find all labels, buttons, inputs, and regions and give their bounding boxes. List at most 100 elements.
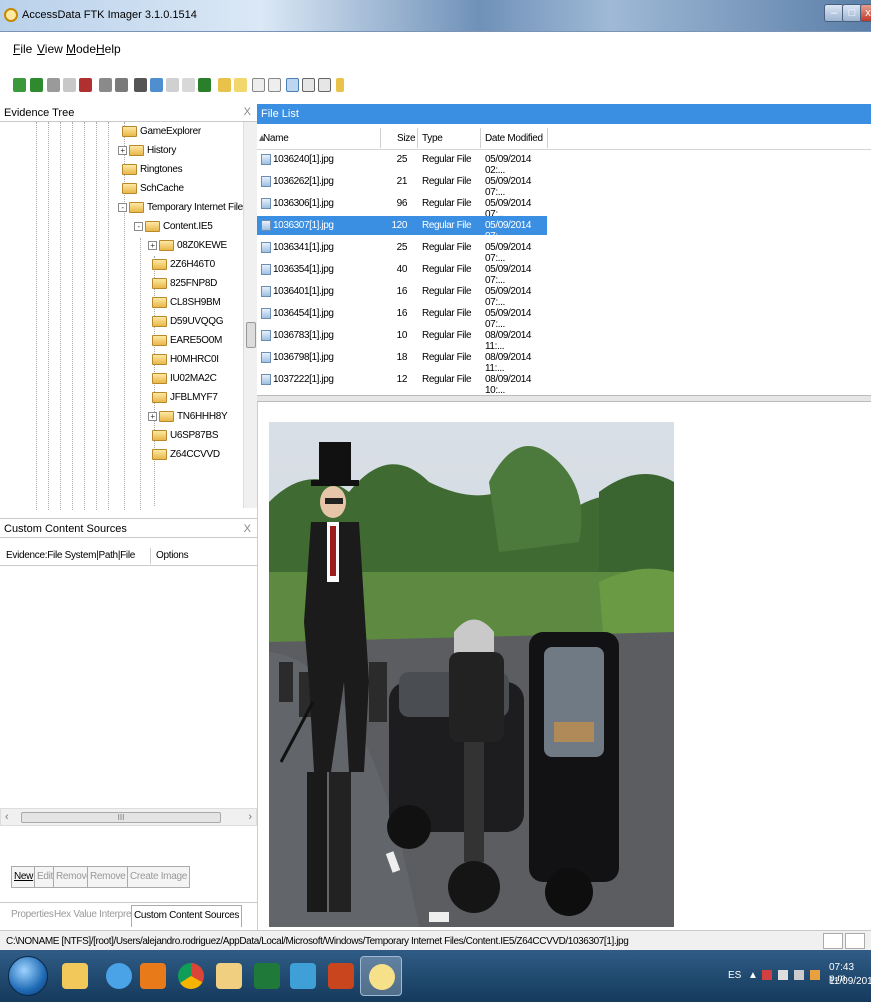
network-icon[interactable] (778, 970, 788, 980)
collapse-icon[interactable]: - (134, 222, 143, 231)
expand-icon[interactable]: + (118, 146, 127, 155)
scrollbar-thumb[interactable]: III (21, 812, 221, 823)
scroll-left-icon[interactable]: ‹ (5, 811, 9, 823)
tree-node-label: 825FNP8D (170, 278, 218, 290)
menu-help[interactable]: Help (96, 42, 121, 56)
minimize-button[interactable]: – (824, 4, 844, 22)
tree-node[interactable]: +08Z0KEWE (148, 240, 227, 257)
tree-node[interactable]: 2Z6H46T0 (152, 259, 215, 276)
taskbar-ftk-imager[interactable] (360, 956, 402, 996)
add-all-evidence-icon[interactable] (30, 78, 43, 92)
custom-content-list[interactable] (0, 566, 257, 806)
horizontal-scrollbar[interactable]: ‹ III › (0, 808, 257, 826)
file-row[interactable]: 1036341[1].jpg 25 Regular File 05/09/2014 0… (257, 238, 547, 264)
remove-evidence-icon[interactable] (63, 78, 76, 92)
pane-splitter[interactable] (257, 395, 871, 402)
maximize-button[interactable]: □ (842, 4, 862, 22)
add-to-custom-content-icon[interactable] (150, 78, 163, 92)
tree-node[interactable]: CL8SH9BM (152, 297, 221, 314)
tree-node[interactable]: - Temporary Internet Files (118, 202, 248, 219)
help-icon[interactable] (336, 78, 344, 92)
tab-properties[interactable]: Properties (11, 909, 54, 920)
column-header-date-modified[interactable]: Date Modified (485, 133, 543, 144)
new-button[interactable]: New (11, 866, 37, 888)
menu-file[interactable]: File (13, 42, 32, 56)
tree-node[interactable]: GameExplorer (122, 126, 201, 143)
power-icon[interactable] (794, 970, 804, 980)
show-hidden-icons-icon[interactable]: ▲ (748, 970, 758, 981)
expand-icon[interactable]: + (148, 241, 157, 250)
tree-node[interactable]: D59UVQQG (152, 316, 223, 333)
action-center-icon[interactable] (762, 970, 772, 980)
column-header-evidence[interactable]: Evidence:File System|Path|File (6, 550, 135, 561)
file-row[interactable]: 1036240[1].jpg 25 Regular File 05/09/2014 0… (257, 150, 547, 176)
create-custom-content-icon[interactable] (166, 78, 179, 92)
taskbar-paint[interactable] (208, 956, 250, 996)
column-header-name[interactable]: Name (263, 133, 289, 144)
export-disk-image-icon[interactable] (115, 78, 128, 92)
menu-view[interactable]: View (37, 42, 63, 56)
text-view-icon[interactable] (302, 78, 315, 92)
custom-content-close-icon[interactable]: X (244, 523, 251, 535)
detect-eef-icon[interactable] (234, 78, 247, 92)
clock-date[interactable]: 11/09/2014 (829, 976, 871, 987)
create-disk-image-icon[interactable] (99, 78, 112, 92)
close-button[interactable]: x (860, 4, 871, 22)
create-image-button[interactable]: Create Image (127, 866, 190, 888)
evidence-tree-close-icon[interactable]: X (244, 106, 251, 118)
tree-guide-line (60, 122, 61, 510)
menu-mode[interactable]: Mode (66, 42, 96, 56)
taskbar-powerpoint[interactable] (320, 956, 362, 996)
tab-hex-value-interpreter[interactable]: Hex Value Interpreter (54, 909, 142, 920)
image-mounting-icon[interactable] (47, 78, 60, 92)
taskbar-media[interactable] (132, 956, 174, 996)
expand-icon[interactable]: + (148, 412, 157, 421)
file-row[interactable]: 1036354[1].jpg 40 Regular File 05/09/2014 0… (257, 260, 547, 286)
add-evidence-icon[interactable] (13, 78, 26, 92)
tree-node[interactable]: EARE5O0M (152, 335, 222, 352)
tree-node[interactable]: Z64CCVVD (152, 449, 220, 466)
tree-node[interactable]: JFBLMYF7 (152, 392, 218, 409)
file-row[interactable]: 1036262[1].jpg 21 Regular File 05/09/2014 0… (257, 172, 547, 198)
tree-node[interactable]: + History (118, 145, 176, 162)
tree-node[interactable]: IU02MA2C (152, 373, 217, 390)
taskbar-chrome[interactable] (170, 956, 212, 996)
auto-view-icon[interactable] (286, 78, 299, 92)
tree-node[interactable]: 825FNP8D (152, 278, 217, 295)
column-header-size[interactable]: Size (397, 133, 416, 144)
file-row[interactable]: 1036306[1].jpg 96 Regular File 05/09/2014 0… (257, 194, 547, 220)
scroll-right-icon[interactable]: › (248, 811, 252, 823)
column-header-type[interactable]: Type (422, 133, 443, 144)
obtain-protected-files-icon[interactable] (218, 78, 231, 92)
hex-view-icon[interactable] (318, 78, 331, 92)
remove-all-evidence-icon[interactable] (79, 78, 92, 92)
export-file-hash-icon[interactable] (268, 78, 281, 92)
image-file-icon (261, 154, 271, 165)
collapse-icon[interactable]: - (118, 203, 127, 212)
start-orb-icon[interactable] (8, 956, 48, 996)
tab-custom-content-sources[interactable]: Custom Content Sources (131, 905, 243, 927)
taskbar-app[interactable] (282, 956, 324, 996)
tree-node[interactable]: + TN6HHH8Y (148, 411, 228, 428)
export-logical-image-icon[interactable] (134, 78, 147, 92)
taskbar-explorer[interactable] (54, 956, 96, 996)
file-row[interactable]: 1036307[1].jpg 120 Regular File 05/09/2014 … (257, 216, 547, 242)
volume-icon[interactable] (810, 970, 820, 980)
tree-node[interactable]: - Content.IE5 (134, 221, 213, 238)
file-row[interactable]: 1036783[1].jpg 10 Regular File 08/09/2014 1… (257, 326, 547, 352)
tree-node[interactable]: SchCache (122, 183, 184, 200)
file-row[interactable]: 1036798[1].jpg 18 Regular File 08/09/2014 1… (257, 348, 547, 374)
tree-node[interactable]: Ringtones (122, 164, 183, 181)
evidence-tree-scrollbar[interactable] (243, 122, 257, 508)
capture-memory-icon[interactable] (198, 78, 211, 92)
tree-node[interactable]: U6SP87BS (152, 430, 218, 447)
column-header-options[interactable]: Options (156, 550, 189, 561)
file-row[interactable]: 1037222[1].jpg 12 Regular File 08/09/2014 1… (257, 370, 547, 395)
decrypt-icon[interactable] (182, 78, 195, 92)
file-row[interactable]: 1036401[1].jpg 16 Regular File 05/09/2014 0… (257, 282, 547, 308)
tree-node[interactable]: H0MHRC0I (152, 354, 219, 371)
scrollbar-thumb[interactable] (246, 322, 256, 348)
file-row[interactable]: 1036454[1].jpg 16 Regular File 05/09/2014 0… (257, 304, 547, 330)
language-indicator[interactable]: ES (728, 970, 741, 981)
export-files-icon[interactable] (252, 78, 265, 92)
